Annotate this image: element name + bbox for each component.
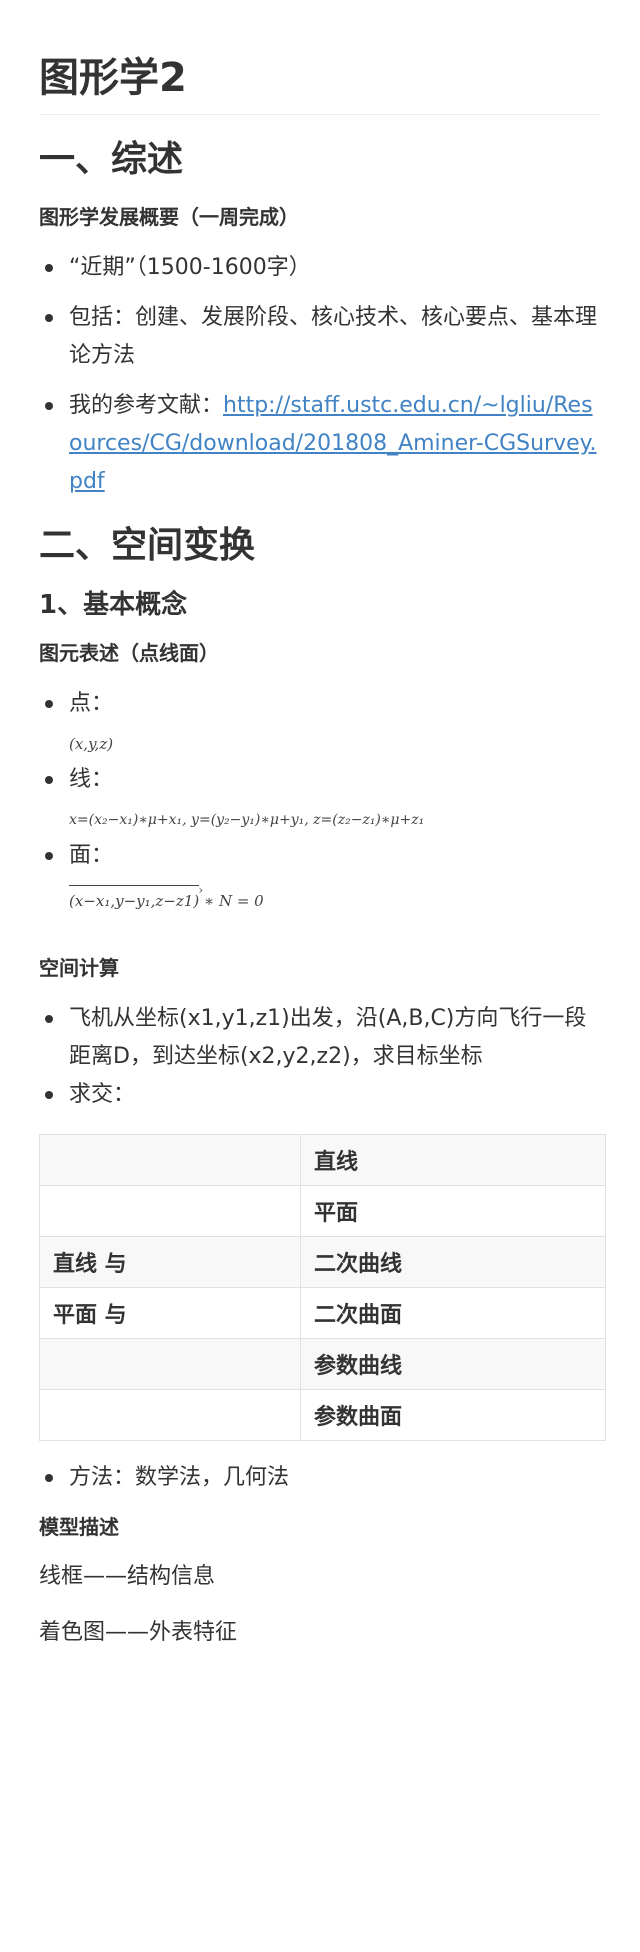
table-cell: 平面 <box>300 1185 606 1237</box>
bullet-icon <box>45 852 53 860</box>
method-text: 方法：数学法，几何法 <box>69 1465 290 1490</box>
line-formula: x=(x₂−x₁)∗μ+x₁, y=(y₂−y₁)∗μ+y₁, z=(z₂−z₁… <box>69 812 425 828</box>
intersection-table: 直线 平面 直线 与二次曲线 平面 与二次曲面 参数曲线 参数曲面 <box>39 1134 606 1441</box>
table-cell: 参数曲线 <box>300 1338 606 1390</box>
bullet-icon <box>45 264 53 272</box>
reference-label: 我的参考文献： <box>69 393 224 418</box>
line-label: 线： <box>69 767 114 792</box>
table-row: 参数曲面 <box>39 1389 606 1441</box>
vector-arrow-expr: (x−x₁,y−y₁,z−z1) › <box>69 883 203 914</box>
bullet-icon <box>45 1474 53 1482</box>
table-cell: 平面 与 <box>39 1287 301 1339</box>
primitives-list-plane: 面： <box>39 837 601 875</box>
table-row: 平面 <box>39 1185 606 1237</box>
list-item: “近期”（1500-1600字） <box>45 249 601 287</box>
table-cell <box>39 1338 301 1390</box>
plane-rest: ∗ N = 0 <box>203 892 264 910</box>
method-list: 方法：数学法，几何法 <box>39 1459 601 1497</box>
table-row: 参数曲线 <box>39 1338 606 1390</box>
bullet-icon <box>45 700 53 708</box>
table-cell: 二次曲线 <box>300 1236 606 1288</box>
arrow-head-icon: › <box>198 883 204 897</box>
plane-vector: (x−x₁,y−y₁,z−z1) <box>69 892 200 910</box>
model-line: 着色图——外表特征 <box>39 1620 238 1645</box>
primitives-list-line: 线： <box>39 761 601 799</box>
section-2-heading: 二、空间变换 <box>39 525 256 566</box>
list-item: 方法：数学法，几何法 <box>45 1459 601 1497</box>
table-cell: 直线 与 <box>39 1236 301 1288</box>
point-formula: (x,y,z) <box>69 735 114 753</box>
plane-formula: (x−x₁,y−y₁,z−z1) › ∗ N = 0 <box>39 883 601 914</box>
document: 图形学2 一、综述 图形学发展概要（一周完成） “近期”（1500-1600字）… <box>0 0 640 1649</box>
overview-list: “近期”（1500-1600字） 包括：创建、发展阶段、核心技术、核心要点、基本… <box>39 249 601 501</box>
section-1-heading: 一、综述 <box>39 139 184 180</box>
list-item: 飞机从坐标(x1,y1,z1)出发，沿(A,B,C)方向飞行一段距离D，到达坐标… <box>45 1000 601 1076</box>
table-cell: 直线 <box>300 1134 606 1186</box>
list-item-text: “近期”（1500-1600字） <box>69 255 311 280</box>
bullet-icon <box>45 314 53 322</box>
table-cell <box>39 1134 301 1186</box>
list-item: 线： <box>45 761 601 799</box>
list-item-text: 求交： <box>69 1082 136 1107</box>
page-title: 图形学2 <box>39 0 601 115</box>
basic-concepts-heading: 1、基本概念 <box>39 590 188 620</box>
list-item: 求交： <box>45 1076 601 1114</box>
list-item-text: 包括：创建、发展阶段、核心技术、核心要点、基本理论方法 <box>69 305 598 368</box>
model-heading: 模型描述 <box>39 1515 119 1539</box>
plane-label: 面： <box>69 843 114 868</box>
table-cell: 二次曲面 <box>300 1287 606 1339</box>
table-cell <box>39 1185 301 1237</box>
table-row: 平面 与二次曲面 <box>39 1287 606 1339</box>
list-item: 点： <box>45 685 601 723</box>
list-item: 面： <box>45 837 601 875</box>
table-cell: 参数曲面 <box>300 1389 606 1441</box>
list-item: 包括：创建、发展阶段、核心技术、核心要点、基本理论方法 <box>45 299 601 375</box>
bullet-icon <box>45 402 53 410</box>
table-cell <box>39 1389 301 1441</box>
primitives-list: 点： <box>39 685 601 723</box>
list-item-text: 飞机从坐标(x1,y1,z1)出发，沿(A,B,C)方向飞行一段距离D，到达坐标… <box>69 1006 587 1069</box>
bullet-icon <box>45 1091 53 1099</box>
table-row: 直线 <box>39 1134 606 1186</box>
list-item: 我的参考文献：http://staff.ustc.edu.cn/~lgliu/R… <box>45 387 601 501</box>
calc-list: 飞机从坐标(x1,y1,z1)出发，沿(A,B,C)方向飞行一段距离D，到达坐标… <box>39 1000 601 1114</box>
point-label: 点： <box>69 691 114 716</box>
bullet-icon <box>45 776 53 784</box>
model-line: 线框——结构信息 <box>39 1564 216 1589</box>
overview-subheading: 图形学发展概要（一周完成） <box>39 205 299 229</box>
table-row: 直线 与二次曲线 <box>39 1236 606 1288</box>
primitives-heading: 图元表述（点线面） <box>39 641 219 665</box>
bullet-icon <box>45 1015 53 1023</box>
calc-heading: 空间计算 <box>39 956 119 980</box>
